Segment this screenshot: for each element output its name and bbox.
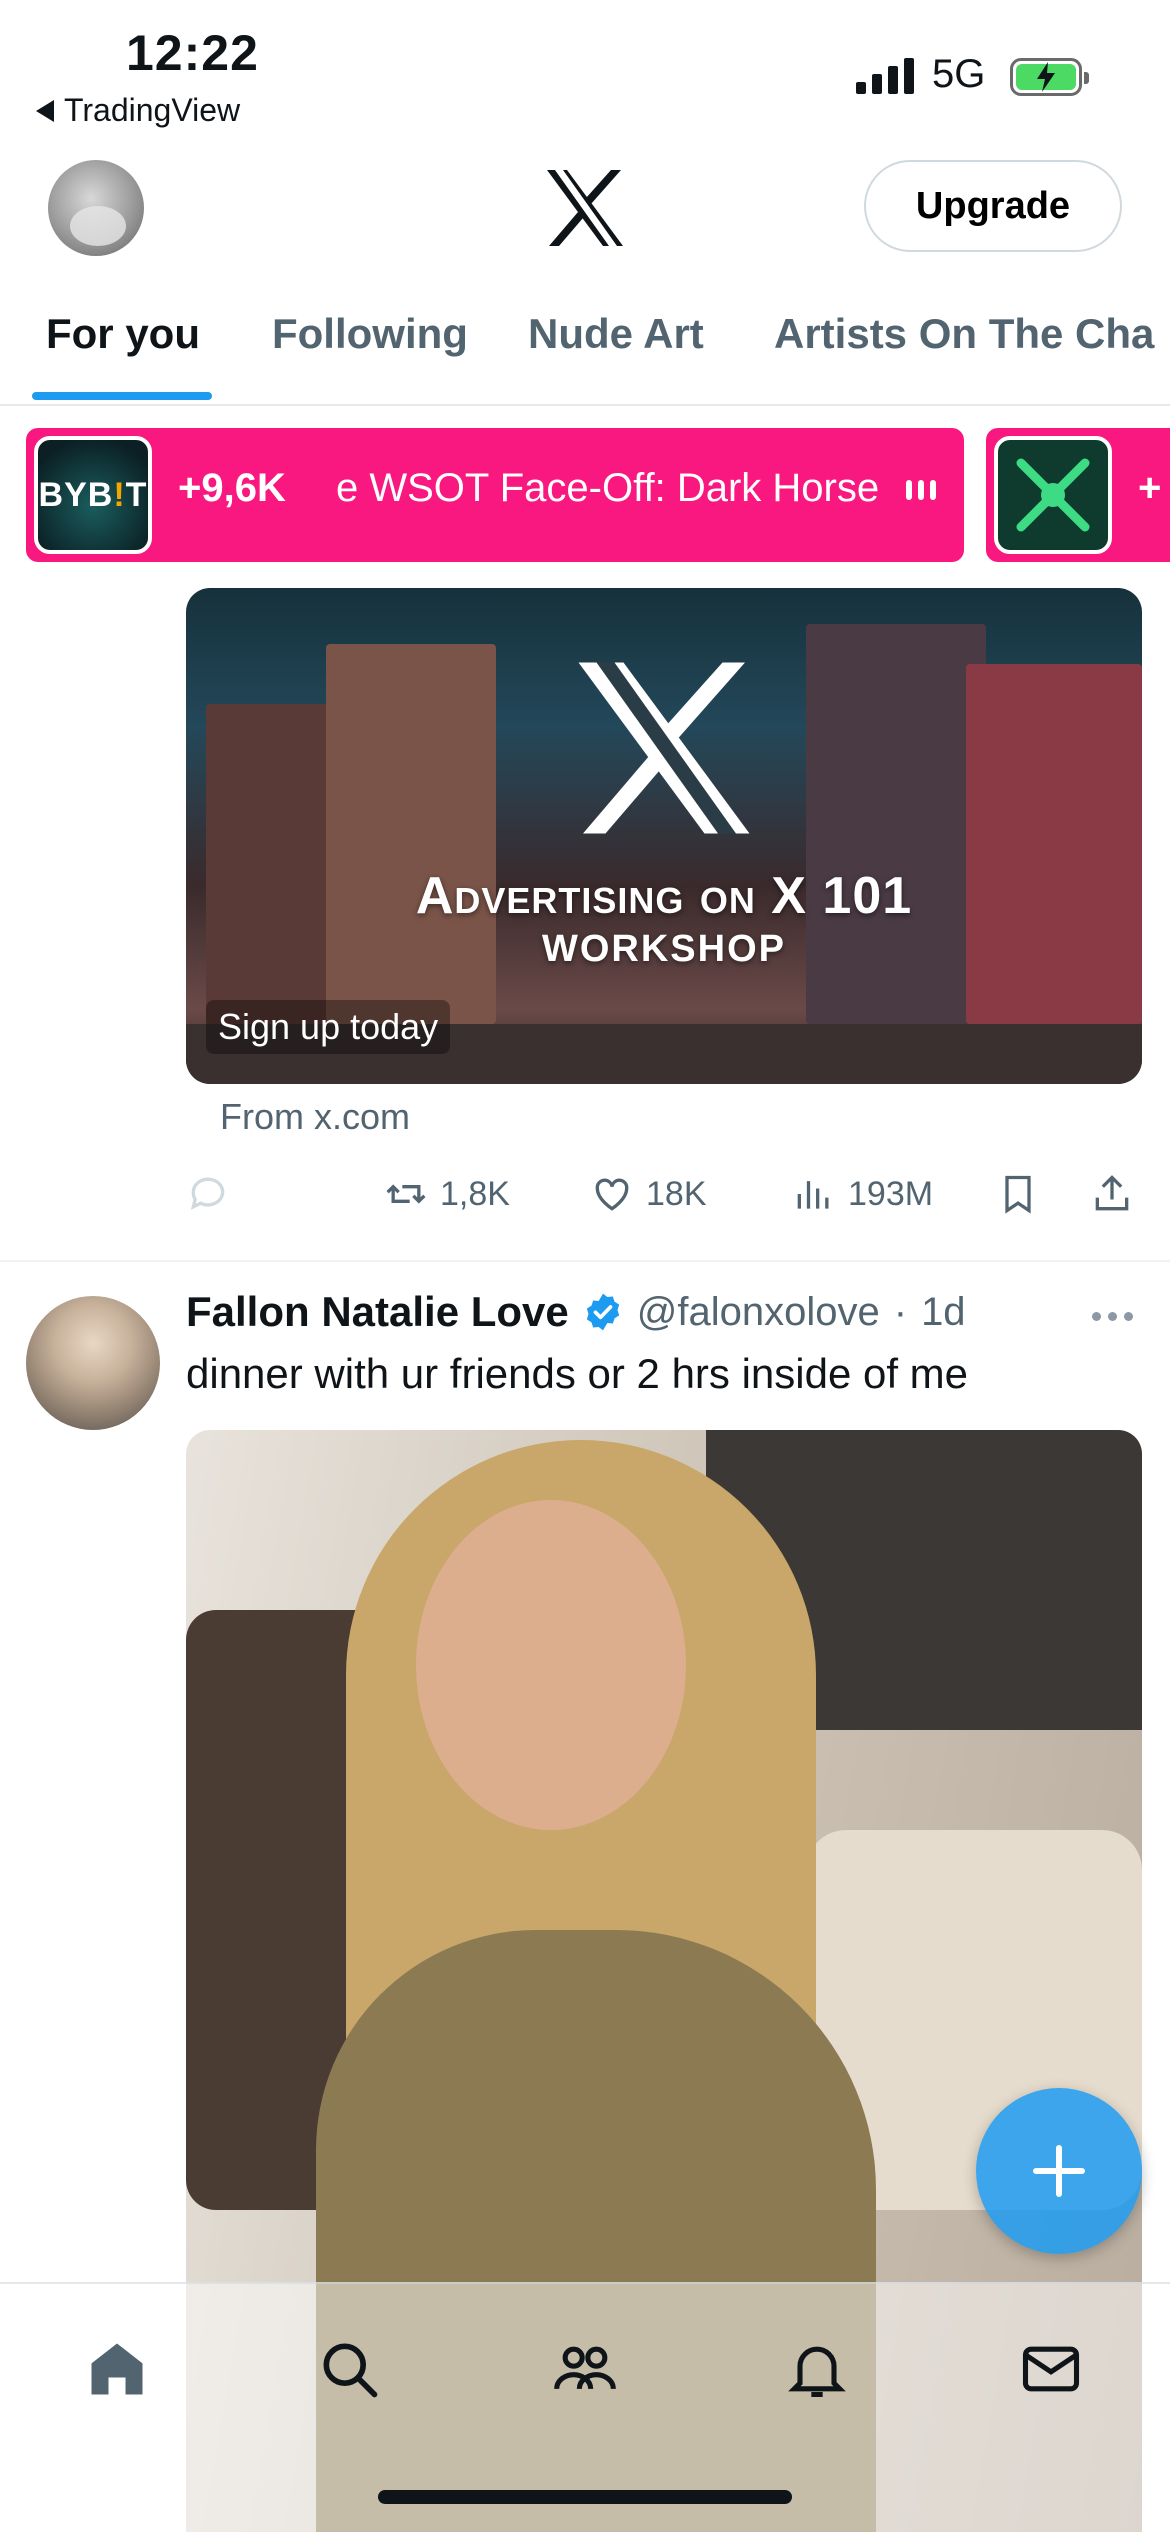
tab-artists-on-the-cha[interactable]: Artists On The Cha (774, 310, 1154, 358)
live-title: e WSOT Face-Off: Dark Horse (336, 466, 880, 510)
back-arrow-icon (36, 99, 54, 122)
upgrade-button[interactable]: Upgrade (864, 160, 1122, 252)
repost-button[interactable]: 1,8K (384, 1172, 510, 1216)
swords-icon (1016, 458, 1090, 532)
messages-icon (1022, 2346, 1080, 2392)
charging-bolt-icon (1037, 62, 1055, 92)
post-author-name[interactable]: Fallon Natalie Love (186, 1288, 569, 1336)
crossed-swords-logo (994, 436, 1112, 554)
repost-icon (386, 1184, 426, 1204)
reply-button[interactable] (186, 1172, 230, 1216)
tab-for-you[interactable]: For you (46, 310, 200, 358)
communities-icon (554, 2346, 616, 2390)
share-button[interactable] (1090, 1172, 1134, 1216)
nav-messages[interactable] (1006, 2324, 1096, 2414)
live-listener-count: + (1138, 466, 1162, 510)
live-listener-count: +9,6K (178, 466, 286, 510)
ad-subheadline: WORKSHOP (542, 928, 786, 970)
post-author-avatar[interactable] (26, 1296, 160, 1430)
live-card[interactable]: BYB! T +9,6K e WSOT Face-Off: Dark Horse (26, 428, 964, 562)
nav-notifications[interactable] (772, 2324, 862, 2414)
active-tab-indicator (32, 392, 212, 400)
x-logo-icon[interactable] (545, 170, 625, 246)
signal-icon (856, 58, 914, 94)
ad-headline: Advertising on X 101 (415, 867, 913, 925)
battery-icon (1010, 58, 1089, 96)
nav-home[interactable] (72, 2324, 162, 2414)
reply-icon (190, 1177, 225, 1210)
status-time: 12:22 (126, 25, 259, 81)
like-count: 18K (646, 1174, 707, 1213)
x-logo-icon (578, 662, 750, 834)
plus-icon (1033, 2145, 1085, 2197)
repost-count: 1,8K (440, 1174, 510, 1213)
ad-cta[interactable]: Sign up today (206, 1000, 451, 1054)
live-card[interactable]: + (986, 428, 1170, 562)
nav-search[interactable] (304, 2324, 394, 2414)
verified-badge-icon[interactable] (583, 1292, 623, 1332)
bookmark-icon (1005, 1175, 1031, 1214)
top-header: Upgrade (0, 140, 1170, 270)
more-options-icon[interactable] (1092, 1312, 1133, 1321)
views-count: 193M (848, 1174, 934, 1213)
post-header: Fallon Natalie Love @falonxolove · 1d (186, 1288, 966, 1336)
bybit-logo: BYB! T (34, 436, 152, 554)
home-indicator[interactable] (378, 2490, 792, 2504)
tab-nude-art[interactable]: Nude Art (528, 310, 704, 358)
post-separator: · (893, 1289, 908, 1334)
post-divider (0, 1260, 1170, 1262)
timeline-tabs: For you Following Nude Art Artists On Th… (0, 290, 1170, 406)
nav-communities[interactable] (540, 2324, 630, 2414)
like-button[interactable]: 18K (590, 1172, 707, 1216)
compose-post-button[interactable] (976, 2088, 1142, 2254)
live-spaces-strip: BYB! T +9,6K e WSOT Face-Off: Dark Horse … (0, 428, 1170, 564)
home-icon (91, 2343, 143, 2395)
notifications-icon (788, 2346, 846, 2398)
back-app-label: TradingView (64, 92, 241, 128)
status-bar: 12:22 TradingView 5G (0, 0, 1170, 140)
back-to-app[interactable]: TradingView (36, 92, 240, 129)
share-icon (1095, 1175, 1129, 1211)
search-icon (323, 2343, 378, 2398)
ad-source-link[interactable]: From x.com (220, 1096, 410, 1138)
bookmark-button[interactable] (996, 1172, 1040, 1216)
post-timestamp[interactable]: 1d (921, 1290, 966, 1335)
heart-icon (595, 1178, 629, 1211)
live-audio-icon (906, 480, 936, 500)
ad-media-card[interactable]: Advertising on X 101 WORKSHOP Sign up to… (186, 588, 1142, 1084)
views-icon (797, 1181, 829, 1209)
post-author-handle[interactable]: @falonxolove (637, 1290, 880, 1335)
tab-following[interactable]: Following (272, 310, 468, 358)
post-text: dinner with ur friends or 2 hrs inside o… (186, 1350, 969, 1397)
network-label: 5G (932, 52, 986, 96)
profile-avatar[interactable] (48, 160, 144, 256)
views-button[interactable]: 193M (792, 1172, 933, 1216)
ad-action-bar: 1,8K 18K 193M (0, 1158, 1170, 1234)
